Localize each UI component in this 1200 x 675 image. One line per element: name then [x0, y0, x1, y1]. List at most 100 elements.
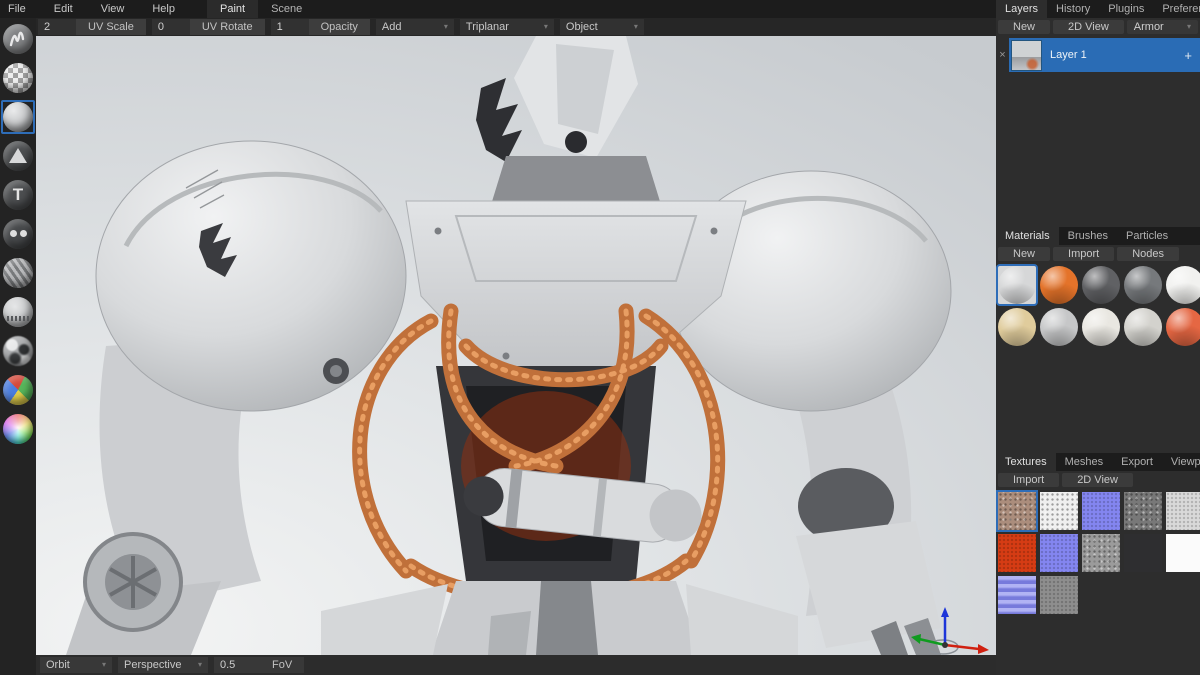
add-icon[interactable]: +: [1184, 48, 1194, 63]
uv-scale-input[interactable]: 2: [38, 19, 76, 35]
camera-mode-dropdown[interactable]: Orbit ▾: [40, 657, 112, 673]
texture-tile[interactable]: [1082, 492, 1120, 530]
menu-help[interactable]: Help: [138, 0, 189, 18]
delete-layer-icon[interactable]: ×: [996, 49, 1009, 61]
camera-projection-dropdown[interactable]: Perspective ▾: [118, 657, 208, 673]
texture-tile[interactable]: [1124, 492, 1162, 530]
uv-rotate-field: 0 UV Rotate: [152, 19, 265, 35]
blur-tool-button[interactable]: [1, 256, 35, 290]
layer-row[interactable]: Layer 1 +: [1009, 38, 1200, 72]
brush-icon: [3, 24, 33, 54]
tool-sidebar: T: [0, 18, 36, 675]
material-swatch[interactable]: [1082, 266, 1120, 304]
particle-icon: [3, 297, 33, 327]
new-layer-button[interactable]: New: [998, 20, 1050, 34]
material-swatch[interactable]: [1124, 308, 1162, 346]
texture-tile[interactable]: [1040, 492, 1078, 530]
projection-mode-dropdown[interactable]: Triplanar ▾: [460, 19, 554, 35]
material-swatch[interactable]: [1082, 308, 1120, 346]
tab-layers[interactable]: Layers: [996, 0, 1047, 18]
menu-file[interactable]: File: [0, 0, 40, 18]
tab-meshes[interactable]: Meshes: [1056, 453, 1113, 471]
fill-icon: [3, 102, 33, 132]
tab-preferences[interactable]: Preferences: [1153, 0, 1200, 18]
text-icon: T: [3, 180, 33, 210]
layers-section: Layers History Plugins Preferences New 2…: [996, 0, 1200, 227]
texture-tile[interactable]: [998, 492, 1036, 530]
tab-brushes[interactable]: Brushes: [1059, 227, 1117, 245]
decal-tool-button[interactable]: [1, 139, 35, 173]
opacity-input[interactable]: 1: [271, 19, 309, 35]
blur-icon: [3, 258, 33, 288]
tab-plugins[interactable]: Plugins: [1099, 0, 1153, 18]
tab-scene[interactable]: Scene: [258, 0, 315, 18]
texture-2d-view-button[interactable]: 2D View: [1062, 473, 1133, 487]
material-swatch[interactable]: [1040, 266, 1078, 304]
chevron-down-icon: ▾: [634, 19, 638, 35]
texture-tile[interactable]: [1040, 576, 1078, 614]
space-mode-value: Object: [566, 19, 626, 35]
tab-export[interactable]: Export: [1112, 453, 1162, 471]
nodes-button[interactable]: Nodes: [1117, 247, 1179, 261]
clone-tool-button[interactable]: [1, 217, 35, 251]
texture-tile[interactable]: [998, 576, 1036, 614]
import-texture-button[interactable]: Import: [998, 473, 1059, 487]
fill-tool-button[interactable]: [1, 100, 35, 134]
material-swatch[interactable]: [1166, 308, 1200, 346]
tab-paint[interactable]: Paint: [207, 0, 258, 18]
fov-field: 0.5 FoV: [214, 657, 304, 673]
texture-tile[interactable]: [1166, 534, 1200, 572]
uv-scale-field: 2 UV Scale: [38, 19, 146, 35]
textures-toolbar: Import 2D View: [996, 471, 1200, 489]
tab-particles[interactable]: Particles: [1117, 227, 1177, 245]
bake-tool-button[interactable]: [1, 334, 35, 368]
2d-view-button[interactable]: 2D View: [1053, 20, 1124, 34]
texture-tile[interactable]: [1040, 534, 1078, 572]
layers-toolbar: New 2D View Armor ▾: [996, 18, 1200, 36]
import-material-button[interactable]: Import: [1053, 247, 1114, 261]
chevron-down-icon: ▾: [444, 19, 448, 35]
new-material-button[interactable]: New: [998, 247, 1050, 261]
material-swatch[interactable]: [998, 266, 1036, 304]
layer-name: Layer 1: [1050, 49, 1176, 61]
fov-input[interactable]: 0.5: [214, 657, 260, 673]
particle-tool-button[interactable]: [1, 295, 35, 329]
decal-icon: [3, 141, 33, 171]
tab-viewport[interactable]: Viewport: [1162, 453, 1200, 471]
chevron-down-icon: ▾: [198, 657, 202, 673]
texture-tile[interactable]: [1124, 534, 1162, 572]
texture-tile[interactable]: [998, 534, 1036, 572]
texture-tile[interactable]: [1166, 492, 1200, 530]
uv-rotate-label: UV Rotate: [190, 19, 265, 35]
robot-render: [36, 36, 996, 655]
fov-label: FoV: [260, 657, 304, 673]
tab-history[interactable]: History: [1047, 0, 1099, 18]
uv-rotate-input[interactable]: 0: [152, 19, 190, 35]
materials-toolbar: New Import Nodes: [996, 245, 1200, 263]
eraser-tool-button[interactable]: [1, 61, 35, 95]
object-filter-dropdown[interactable]: Armor ▾: [1127, 20, 1198, 34]
viewport-3d[interactable]: [36, 36, 996, 655]
blend-mode-dropdown[interactable]: Add ▾: [376, 19, 454, 35]
texture-tile[interactable]: [1082, 534, 1120, 572]
clone-icon: [3, 219, 33, 249]
tab-textures[interactable]: Textures: [996, 453, 1056, 471]
menu-view[interactable]: View: [87, 0, 139, 18]
text-tool-button[interactable]: T: [1, 178, 35, 212]
menubar: File Edit View Help Paint Scene: [0, 0, 996, 18]
colorid-tool-button[interactable]: [1, 373, 35, 407]
material-swatch[interactable]: [998, 308, 1036, 346]
chevron-down-icon: ▾: [102, 657, 106, 673]
material-swatch[interactable]: [1040, 308, 1078, 346]
materials-tabbar: Materials Brushes Particles: [996, 227, 1200, 245]
right-panel: Layers History Plugins Preferences New 2…: [996, 0, 1200, 675]
space-mode-dropdown[interactable]: Object ▾: [560, 19, 644, 35]
tab-materials[interactable]: Materials: [996, 227, 1059, 245]
material-swatch[interactable]: [1166, 266, 1200, 304]
menu-edit[interactable]: Edit: [40, 0, 87, 18]
brush-tool-button[interactable]: [1, 22, 35, 56]
material-swatch[interactable]: [1124, 266, 1162, 304]
texture-tile-grid: [996, 489, 1200, 617]
eraser-icon: [3, 63, 33, 93]
picker-tool-button[interactable]: [1, 412, 35, 446]
